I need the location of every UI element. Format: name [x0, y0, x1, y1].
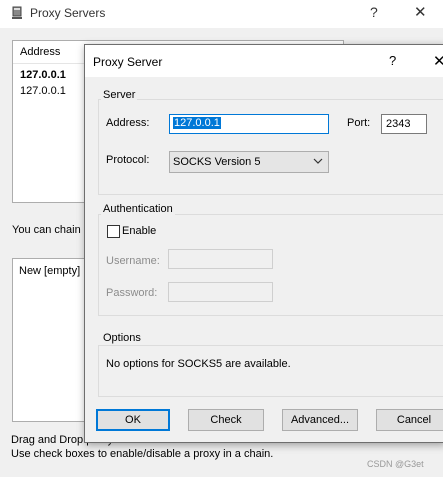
proxy-server-dialog: Proxy Server ? ✕ Server Address: 127.0.0… — [84, 44, 443, 443]
background-help-button[interactable]: ? — [370, 4, 378, 20]
watermark: CSDN @G3et — [367, 459, 424, 469]
proxy-servers-icon — [12, 6, 22, 19]
hint-text-checkboxes: Use check boxes to enable/disable a prox… — [11, 448, 274, 460]
list-item[interactable]: 127.0.0.1 — [20, 69, 66, 81]
column-header-address[interactable]: Address — [20, 46, 60, 58]
dialog-help-button[interactable]: ? — [389, 53, 396, 68]
protocol-select[interactable]: SOCKS Version 5 — [169, 151, 329, 173]
chain-list-item[interactable]: New [empty] — [19, 265, 80, 277]
background-window-title: Proxy Servers — [30, 6, 106, 20]
server-group-label: Server — [101, 89, 138, 101]
enable-checkbox-label[interactable]: Enable — [122, 225, 156, 237]
protocol-label: Protocol: — [106, 154, 150, 166]
protocol-value: SOCKS Version 5 — [173, 156, 261, 168]
ok-button[interactable]: OK — [96, 409, 170, 431]
username-input[interactable] — [168, 249, 273, 269]
dialog-close-button[interactable]: ✕ — [433, 52, 443, 70]
options-text: No options for SOCKS5 are available. — [106, 358, 291, 370]
background-close-button[interactable]: ✕ — [414, 3, 427, 21]
advanced-button[interactable]: Advanced... — [282, 409, 358, 431]
port-label: Port: — [347, 117, 371, 129]
password-label: Password: — [106, 287, 158, 299]
options-group — [98, 345, 443, 397]
port-input[interactable]: 2343 — [381, 114, 427, 134]
address-value: 127.0.0.1 — [173, 117, 221, 129]
chevron-down-icon — [313, 158, 323, 164]
cancel-button[interactable]: Cancel — [376, 409, 443, 431]
port-value: 2343 — [386, 118, 411, 130]
username-label: Username: — [106, 255, 160, 267]
address-label: Address: — [106, 117, 150, 129]
address-input[interactable]: 127.0.0.1 — [169, 114, 329, 134]
enable-checkbox[interactable] — [107, 225, 120, 238]
chain-description-text: You can chain s — [12, 224, 90, 236]
list-item[interactable]: 127.0.0.1 — [20, 85, 66, 97]
password-input[interactable] — [168, 282, 273, 302]
background-title-bar: Proxy Servers ? ✕ — [0, 0, 443, 28]
check-button[interactable]: Check — [188, 409, 264, 431]
authentication-group-label: Authentication — [101, 203, 175, 215]
options-group-label: Options — [101, 332, 143, 344]
dialog-title-bar: Proxy Server ? ✕ — [85, 45, 443, 77]
dialog-title: Proxy Server — [93, 55, 163, 69]
